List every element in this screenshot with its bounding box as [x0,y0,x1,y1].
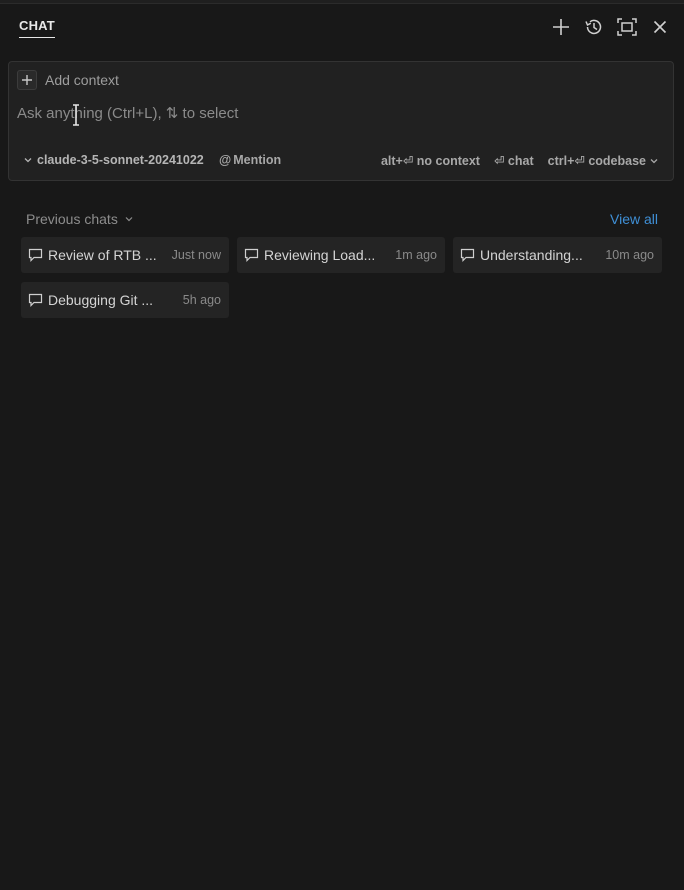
chevron-down-icon [24,158,32,163]
tab-chat[interactable]: CHAT [19,18,55,38]
chat-time: Just now [171,248,221,262]
chat-composer: Add context claude-3-5-sonnet-20241022 @… [8,61,674,181]
chat-bubble-icon [28,293,43,307]
previous-chats-toggle[interactable]: Previous chats [26,211,134,227]
chat-header: CHAT [0,4,684,48]
previous-chats-title: Previous chats [26,211,118,227]
codebase-shortcut-label: ctrl+⏎ codebase [547,154,646,168]
maximize-button[interactable] [614,14,639,39]
add-context-button[interactable]: Add context [17,70,119,90]
text-cursor-icon [73,104,79,126]
chevron-down-icon [125,217,133,222]
mention-label: Mention [233,153,282,167]
chat-time: 1m ago [395,248,437,262]
chat-title: Understanding... [480,247,583,263]
new-chat-button[interactable] [548,14,573,39]
add-context-plus-icon [17,70,37,90]
history-button[interactable] [581,14,606,39]
chat-title: Review of RTB ... [48,247,157,263]
chat-bubble-icon [28,248,43,262]
previous-chats-header: Previous chats View all [26,211,658,231]
previous-chat-card[interactable]: Debugging Git ... 5h ago [21,282,229,318]
chat-shortcut[interactable]: ⏎ chat [494,153,534,168]
chat-title: Reviewing Load... [264,247,376,263]
close-button[interactable] [647,14,672,39]
no-context-shortcut[interactable]: alt+⏎ no context [381,153,480,168]
previous-chat-card[interactable]: Reviewing Load... 1m ago [237,237,445,273]
history-icon [584,19,601,34]
close-icon [653,20,666,33]
mention-button[interactable]: @ Mention [219,153,281,167]
chevron-down-icon [650,158,658,163]
model-select[interactable]: claude-3-5-sonnet-20241022 [23,153,204,167]
view-all-link[interactable]: View all [610,211,658,227]
header-actions [548,14,672,39]
previous-chat-card[interactable]: Understanding... 10m ago [453,237,662,273]
chat-title: Debugging Git ... [48,292,154,308]
model-name: claude-3-5-sonnet-20241022 [37,153,204,167]
at-icon: @ [219,153,232,167]
maximize-icon [616,17,637,36]
chat-prompt-input[interactable] [17,102,657,124]
previous-chat-card[interactable]: Review of RTB ... Just now [21,237,229,273]
codebase-shortcut[interactable]: ctrl+⏎ codebase [548,153,659,168]
composer-footer: claude-3-5-sonnet-20241022 @ Mention alt… [23,153,659,171]
chat-bubble-icon [244,248,259,262]
add-context-label: Add context [45,72,119,88]
plus-icon [552,18,569,35]
chat-time: 10m ago [605,248,654,262]
chat-bubble-icon [460,248,475,262]
submit-shortcuts: alt+⏎ no context ⏎ chat ctrl+⏎ codebase [381,153,659,168]
chat-time: 5h ago [182,293,221,307]
